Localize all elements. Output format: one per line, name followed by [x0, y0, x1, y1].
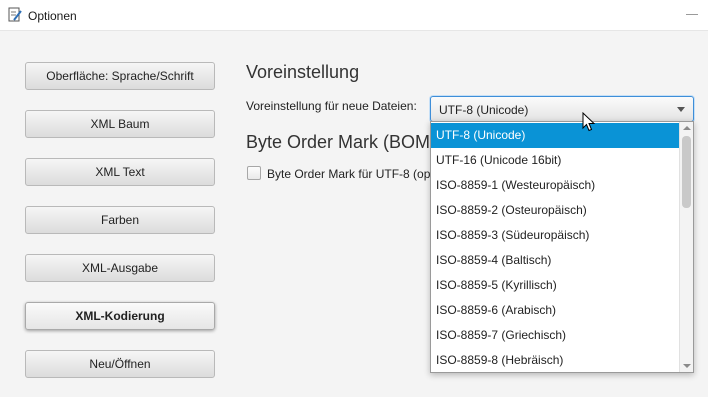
- dropdown-option-iso-8859-6[interactable]: ISO-8859-6 (Arabisch): [431, 298, 680, 323]
- minimize-icon[interactable]: [686, 14, 698, 15]
- nav-button-xml-encoding[interactable]: XML-Kodierung: [25, 302, 215, 330]
- bom-checkbox-label: Byte Order Mark für UTF-8 (opt: [267, 167, 434, 181]
- default-encoding-label: Voreinstellung für neue Dateien:: [246, 99, 417, 113]
- dropdown-option-utf8[interactable]: UTF-8 (Unicode): [431, 123, 680, 148]
- section-heading-bom: Byte Order Mark (BOM: [246, 132, 431, 152]
- mouse-pointer-icon: [582, 112, 596, 132]
- nav-button-xml-tree[interactable]: XML Baum: [25, 110, 215, 138]
- encoding-select[interactable]: UTF-8 (Unicode): [430, 96, 694, 122]
- dropdown-option-iso-8859-5[interactable]: ISO-8859-5 (Kyrillisch): [431, 273, 680, 298]
- dropdown-option-iso-8859-2[interactable]: ISO-8859-2 (Osteuropäisch): [431, 198, 680, 223]
- encoding-select-value: UTF-8 (Unicode): [439, 103, 529, 117]
- dropdown-option-iso-8859-4[interactable]: ISO-8859-4 (Baltisch): [431, 248, 680, 273]
- window-title: Optionen: [28, 9, 77, 23]
- dropdown-option-iso-8859-8[interactable]: ISO-8859-8 (Hebräisch): [431, 348, 680, 372]
- document-pencil-icon: [8, 7, 22, 22]
- dropdown-option-iso-8859-1[interactable]: ISO-8859-1 (Westeuropäisch): [431, 173, 680, 198]
- dropdown-option-iso-8859-3[interactable]: ISO-8859-3 (Südeuropäisch): [431, 223, 680, 248]
- scroll-down-icon[interactable]: [683, 364, 691, 368]
- nav-button-xml-text[interactable]: XML Text: [25, 158, 215, 186]
- section-heading-default: Voreinstellung: [246, 62, 360, 82]
- encoding-dropdown-list: UTF-8 (Unicode) UTF-16 (Unicode 16bit) I…: [430, 121, 694, 373]
- title-bar: Optionen: [0, 0, 708, 31]
- nav-button-new-open[interactable]: Neu/Öffnen: [25, 350, 215, 378]
- nav-button-xml-output[interactable]: XML-Ausgabe: [25, 254, 215, 282]
- scroll-up-icon[interactable]: [683, 126, 691, 130]
- dropdown-option-utf16[interactable]: UTF-16 (Unicode 16bit): [431, 148, 680, 173]
- nav-button-interface-language[interactable]: Oberfläche: Sprache/Schrift: [25, 62, 215, 90]
- scrollbar-thumb[interactable]: [682, 136, 691, 208]
- nav-button-colors[interactable]: Farben: [25, 206, 215, 234]
- dropdown-scrollbar[interactable]: [679, 122, 693, 372]
- dropdown-option-iso-8859-7[interactable]: ISO-8859-7 (Griechisch): [431, 323, 680, 348]
- bom-checkbox[interactable]: [247, 166, 261, 180]
- chevron-down-icon[interactable]: [677, 107, 685, 112]
